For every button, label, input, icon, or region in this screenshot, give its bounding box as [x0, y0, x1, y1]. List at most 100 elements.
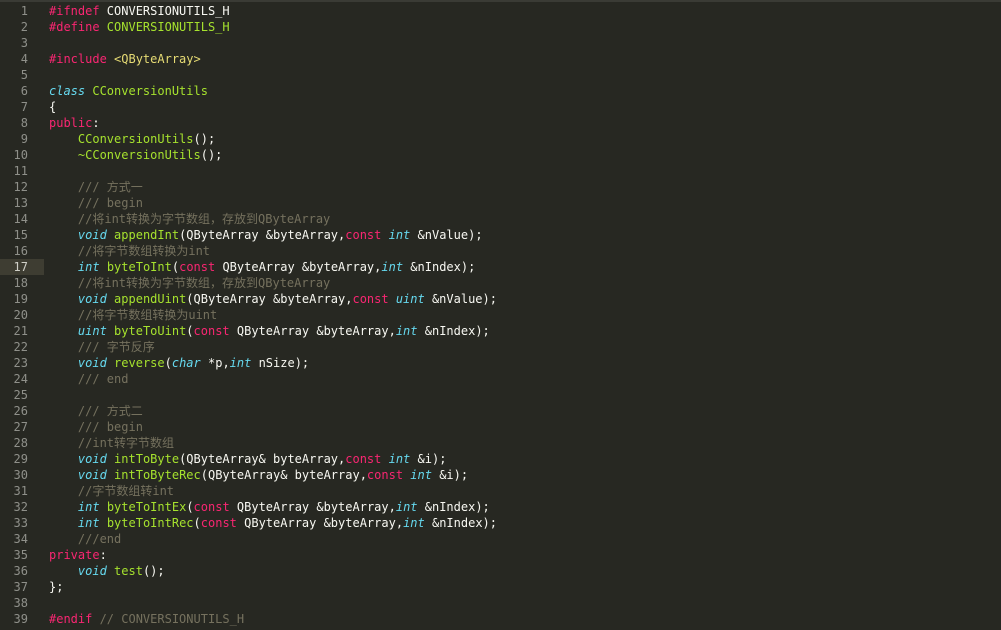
code-token-func: test [114, 564, 143, 578]
code-text: #ifndef CONVERSIONUTILS_H [49, 3, 230, 19]
code-text: //字节数组转int [49, 483, 174, 499]
code-line[interactable]: 36 void test(); [0, 563, 1001, 579]
code-text: int byteToInt(const QByteArray &byteArra… [49, 259, 475, 275]
code-line[interactable]: 16 //将字节数组转换为int [0, 243, 1001, 259]
code-line[interactable]: 33 int byteToIntRec(const QByteArray &by… [0, 515, 1001, 531]
line-number: 9 [20, 132, 28, 146]
code-text: /// 方式一 [49, 179, 143, 195]
code-token-plain: &nIndex); [417, 324, 490, 338]
code-token-keyword: public [49, 116, 93, 130]
code-line[interactable]: 9 CConversionUtils(); [0, 131, 1001, 147]
code-line[interactable]: 17 int byteToInt(const QByteArray &byteA… [0, 259, 1001, 275]
code-token-plain: (); [142, 564, 165, 578]
code-line[interactable]: 31 //字节数组转int [0, 483, 1001, 499]
line-number: 27 [13, 420, 28, 434]
code-text: private: [49, 547, 107, 563]
code-token-type: uint [77, 324, 107, 338]
code-line[interactable]: 10 ~CConversionUtils(); [0, 147, 1001, 163]
code-token-comment: // CONVERSIONUTILS_H [92, 612, 245, 626]
code-line[interactable]: 12 /// 方式一 [0, 179, 1001, 195]
line-number: 18 [13, 276, 28, 290]
code-text: void intToByteRec(QByteArray& byteArray,… [49, 467, 468, 483]
code-line[interactable]: 18 //将int转换为字节数组，存放到QByteArray [0, 275, 1001, 291]
line-number: 37 [13, 580, 28, 594]
line-number: 33 [13, 516, 28, 530]
code-line[interactable]: 20 //将字节数组转换为uint [0, 307, 1001, 323]
code-line[interactable]: 5 [0, 67, 1001, 83]
code-line[interactable]: 32 int byteToIntEx(const QByteArray &byt… [0, 499, 1001, 515]
code-area[interactable]: 1 #ifndef CONVERSIONUTILS_H 2 #define CONVE… [0, 3, 1001, 627]
code-token-comment: //int转字节数组 [49, 436, 175, 450]
code-token-type: int [77, 516, 100, 530]
code-line[interactable]: 27 /// begin [0, 419, 1001, 435]
code-line[interactable]: 6 class CConversionUtils [0, 83, 1001, 99]
code-line[interactable]: 4 #include <QByteArray> [0, 51, 1001, 67]
code-token-keyword: const [345, 452, 382, 466]
code-line[interactable]: 23 void reverse(char *p,int nSize); [0, 355, 1001, 371]
code-text: //将字节数组转换为uint [49, 307, 217, 323]
code-line[interactable]: 34 ///end [0, 531, 1001, 547]
code-token-plain: (QByteArray& byteArray, [200, 468, 367, 482]
code-token-func: reverse [114, 356, 165, 370]
code-token-func: appendUint [114, 292, 187, 306]
code-text: //将int转换为字节数组，存放到QByteArray [49, 211, 330, 227]
code-line[interactable]: 35 private: [0, 547, 1001, 563]
code-line[interactable]: 2 #define CONVERSIONUTILS_H [0, 19, 1001, 35]
code-token-plain: &nIndex); [424, 516, 497, 530]
code-token-string: <QByteArray> [106, 52, 201, 66]
code-line[interactable]: 11 [0, 163, 1001, 179]
code-token-comment: /// 方式一 [49, 180, 143, 194]
code-token-type: void [77, 356, 107, 370]
code-line[interactable]: 29 void intToByte(QByteArray& byteArray,… [0, 451, 1001, 467]
code-line[interactable]: 7{ [0, 99, 1001, 115]
code-line[interactable]: 30 void intToByteRec(QByteArray& byteArr… [0, 467, 1001, 483]
code-line[interactable]: 38 [0, 595, 1001, 611]
line-number: 30 [13, 468, 28, 482]
code-token-func: appendInt [114, 228, 180, 242]
code-line[interactable]: 8 public: [0, 115, 1001, 131]
code-token-plain: &nValue); [424, 292, 497, 306]
line-number: 5 [20, 68, 28, 82]
line-number: 10 [13, 148, 28, 162]
code-token-func: byteToIntRec [106, 516, 194, 530]
code-line[interactable]: 15 void appendInt(QByteArray &byteArray,… [0, 227, 1001, 243]
line-number: 28 [13, 436, 28, 450]
code-line[interactable]: 26 /// 方式二 [0, 403, 1001, 419]
code-line[interactable]: 19 void appendUint(QByteArray &byteArray… [0, 291, 1001, 307]
line-number: 32 [13, 500, 28, 514]
code-line[interactable]: 14 //将int转换为字节数组，存放到QByteArray [0, 211, 1001, 227]
code-line[interactable]: 24 /// end [0, 371, 1001, 387]
code-line[interactable]: 25 [0, 387, 1001, 403]
line-number: 7 [20, 100, 28, 114]
code-line[interactable]: 3 [0, 35, 1001, 51]
line-number: 36 [13, 564, 28, 578]
line-number: 31 [13, 484, 28, 498]
code-token-keyword: const [200, 516, 237, 530]
code-token-type: int [77, 500, 100, 514]
code-text: ///end [49, 531, 121, 547]
code-line[interactable]: 37}; [0, 579, 1001, 595]
code-token-comment: /// begin [49, 196, 143, 210]
code-token-plain: QByteArray &byteArray, [229, 324, 396, 338]
code-line[interactable]: 1 #ifndef CONVERSIONUTILS_H [0, 3, 1001, 19]
code-token-comment: //将字节数组转换为int [49, 244, 211, 258]
code-token-plain: : [99, 548, 107, 562]
code-token-func: CConversionUtils [77, 132, 194, 146]
code-token-func: CConversionUtils [92, 84, 208, 98]
code-text: /// 方式二 [49, 403, 143, 419]
line-number: 21 [13, 324, 28, 338]
code-editor[interactable]: 1 #ifndef CONVERSIONUTILS_H 2 #define CONVE… [0, 0, 1001, 630]
code-line[interactable]: 39 #endif // CONVERSIONUTILS_H [0, 611, 1001, 627]
code-token-plain: *p, [200, 356, 230, 370]
code-line[interactable]: 21 uint byteToUint(const QByteArray &byt… [0, 323, 1001, 339]
code-token-type: void [77, 292, 107, 306]
code-line[interactable]: 28 //int转字节数组 [0, 435, 1001, 451]
code-line[interactable]: 22 /// 字节反序 [0, 339, 1001, 355]
line-number: 34 [13, 532, 28, 546]
code-line[interactable]: 13 /// begin [0, 195, 1001, 211]
